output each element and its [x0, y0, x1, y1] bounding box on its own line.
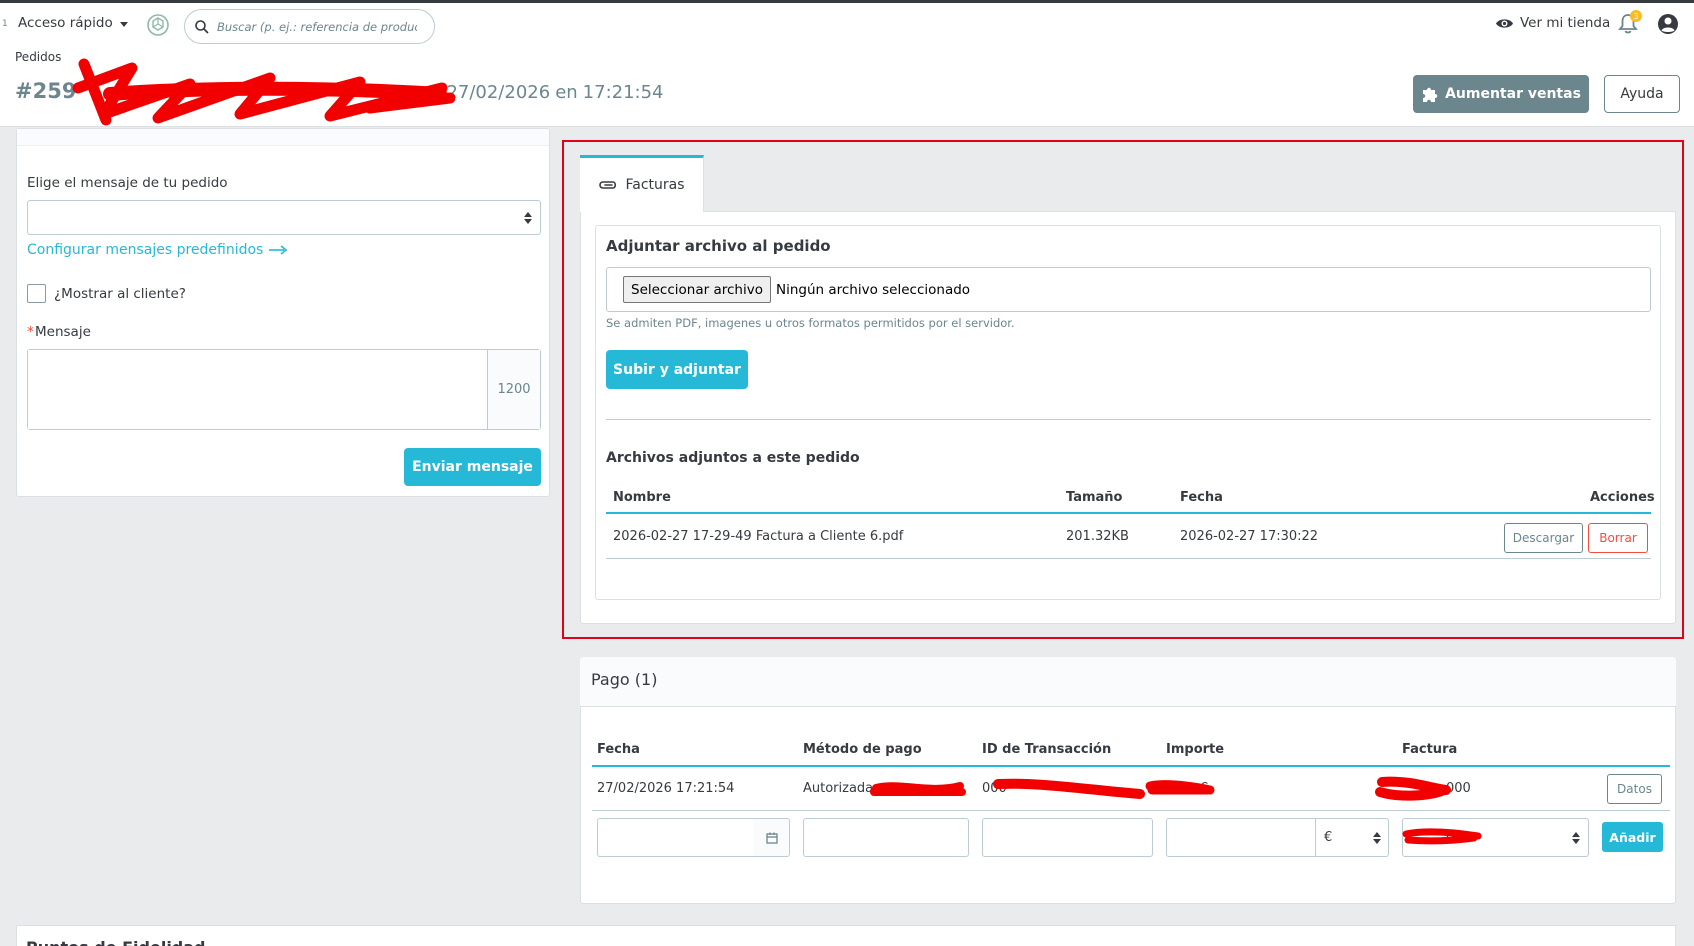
- messages-card-header: [17, 129, 549, 146]
- file-picker: Seleccionar archivo Ningún archivo selec…: [606, 267, 1651, 312]
- currency-value: €: [1324, 830, 1333, 845]
- pay-header-line: [592, 765, 1670, 767]
- pay-transaction: 000: [982, 781, 1007, 796]
- page-title: #259 27/02/2026 en 17:21:54: [15, 79, 664, 103]
- user-account-icon[interactable]: [1656, 12, 1680, 36]
- calendar-icon: [765, 832, 778, 844]
- arrow-right-icon: [269, 245, 288, 255]
- section-divider: [606, 419, 1651, 420]
- choose-file-button[interactable]: Seleccionar archivo: [623, 276, 771, 303]
- notification-badge: 3: [1630, 10, 1642, 22]
- predefined-message-select[interactable]: [27, 200, 541, 235]
- show-customer-checkbox[interactable]: [27, 284, 46, 303]
- details-button[interactable]: Datos: [1607, 774, 1662, 804]
- eye-icon: [1496, 18, 1513, 28]
- attachments-list-title: Archivos adjuntos a este pedido: [606, 450, 860, 466]
- configure-messages-link[interactable]: Configurar mensajes predefinidos: [27, 242, 288, 258]
- tab-bar: [704, 155, 1676, 212]
- message-textarea[interactable]: [28, 350, 487, 429]
- grow-sales-button[interactable]: Aumentar ventas: [1413, 75, 1589, 113]
- order-time: 17:21:54: [582, 82, 664, 103]
- search-input[interactable]: [217, 19, 417, 34]
- loyalty-title: Puntos de Fidelidad: [26, 938, 206, 946]
- messages-card: Elige el mensaje de tu pedido Configurar…: [16, 128, 550, 497]
- send-message-button[interactable]: Enviar mensaje: [404, 448, 541, 486]
- pay-amount: €: [1200, 781, 1209, 796]
- message-field: 1200: [27, 349, 541, 430]
- search-bar[interactable]: [184, 9, 435, 44]
- breadcrumb[interactable]: Pedidos: [15, 50, 61, 64]
- invoice-select-value: 0: [1446, 830, 1455, 845]
- attachment-size: 201.32KB: [1066, 529, 1129, 544]
- notifications-button[interactable]: 3: [1618, 10, 1642, 37]
- pay-date-input[interactable]: [597, 818, 755, 857]
- show-customer-label: ¿Mostrar al cliente?: [54, 286, 186, 302]
- select-arrows-icon: [524, 212, 532, 224]
- row-divider: [606, 558, 1651, 559]
- grow-sales-label: Aumentar ventas: [1445, 86, 1581, 102]
- col-acciones: Acciones: [1590, 490, 1655, 505]
- pay-amount-input[interactable]: [1166, 818, 1316, 857]
- paperclip-icon: [599, 181, 617, 189]
- choose-message-label: Elige el mensaje de tu pedido: [27, 175, 228, 191]
- pay-row-divider: [592, 810, 1670, 811]
- no-file-text: Ningún archivo seleccionado: [775, 281, 971, 298]
- char-counter: 1200: [487, 350, 540, 429]
- payment-card-header: [580, 657, 1676, 707]
- header-number: 1: [2, 19, 8, 29]
- currency-select[interactable]: €: [1315, 818, 1389, 857]
- col-fecha: Fecha: [1180, 490, 1223, 505]
- view-store-label: Ver mi tienda: [1520, 15, 1611, 31]
- quick-access-menu[interactable]: Acceso rápido: [18, 15, 128, 31]
- pay-date: 27/02/2026 17:21:54: [597, 781, 735, 796]
- message-label: Mensaje: [35, 324, 91, 340]
- add-payment-button[interactable]: Añadir: [1602, 822, 1663, 852]
- tab-facturas[interactable]: Facturas: [580, 155, 704, 212]
- puzzle-icon: [1423, 87, 1438, 102]
- attachment-name: 2026-02-27 17-29-49 Factura a Cliente 6.…: [613, 529, 904, 544]
- header: 1 Acceso rápido Ver mi tienda 3: [0, 3, 1694, 127]
- payment-title: Pago (1): [591, 670, 658, 689]
- required-marker: *: [27, 324, 34, 340]
- pay-col-factura: Factura: [1402, 742, 1458, 757]
- upload-attach-button[interactable]: Subir y adjuntar: [606, 350, 748, 389]
- order-date-connector: en: [555, 82, 578, 103]
- pay-method: Autorizada: [803, 781, 874, 796]
- search-icon: [195, 19, 209, 34]
- configure-messages-label: Configurar mensajes predefinidos: [27, 242, 264, 258]
- attachment-date: 2026-02-27 17:30:22: [1180, 529, 1319, 544]
- pay-invoice: 000: [1446, 781, 1471, 796]
- pay-col-fecha: Fecha: [597, 742, 640, 757]
- pay-col-metodo: Método de pago: [803, 742, 922, 757]
- pay-col-transaccion: ID de Transacción: [982, 742, 1112, 757]
- invoice-select[interactable]: 0: [1402, 818, 1589, 857]
- calendar-button[interactable]: [754, 818, 790, 857]
- file-help-text: Se admiten PDF, imagenes u otros formato…: [606, 316, 1015, 330]
- pay-method-input[interactable]: [803, 818, 969, 857]
- col-nombre: Nombre: [613, 490, 671, 505]
- loyalty-card: [16, 925, 1676, 946]
- col-tamano: Tamaño: [1066, 490, 1123, 505]
- attach-title: Adjuntar archivo al pedido: [606, 237, 831, 255]
- order-date: 27/02/2026: [446, 82, 551, 103]
- select-arrows-icon: [1572, 832, 1580, 844]
- help-button[interactable]: Ayuda: [1604, 75, 1680, 113]
- tab-facturas-label: Facturas: [625, 177, 685, 193]
- quick-access-label: Acceso rápido: [18, 15, 113, 31]
- download-button[interactable]: Descargar: [1504, 523, 1583, 553]
- pay-col-importe: Importe: [1166, 742, 1225, 757]
- delete-button[interactable]: Borrar: [1588, 523, 1648, 553]
- view-store-link[interactable]: Ver mi tienda: [1495, 15, 1610, 31]
- assistant-logo-icon[interactable]: [146, 13, 170, 37]
- table-header-line: [606, 512, 1651, 514]
- caret-down-icon: [119, 21, 128, 27]
- pay-transaction-input[interactable]: [982, 818, 1153, 857]
- order-number: #259: [15, 79, 77, 103]
- select-arrows-icon: [1373, 832, 1381, 844]
